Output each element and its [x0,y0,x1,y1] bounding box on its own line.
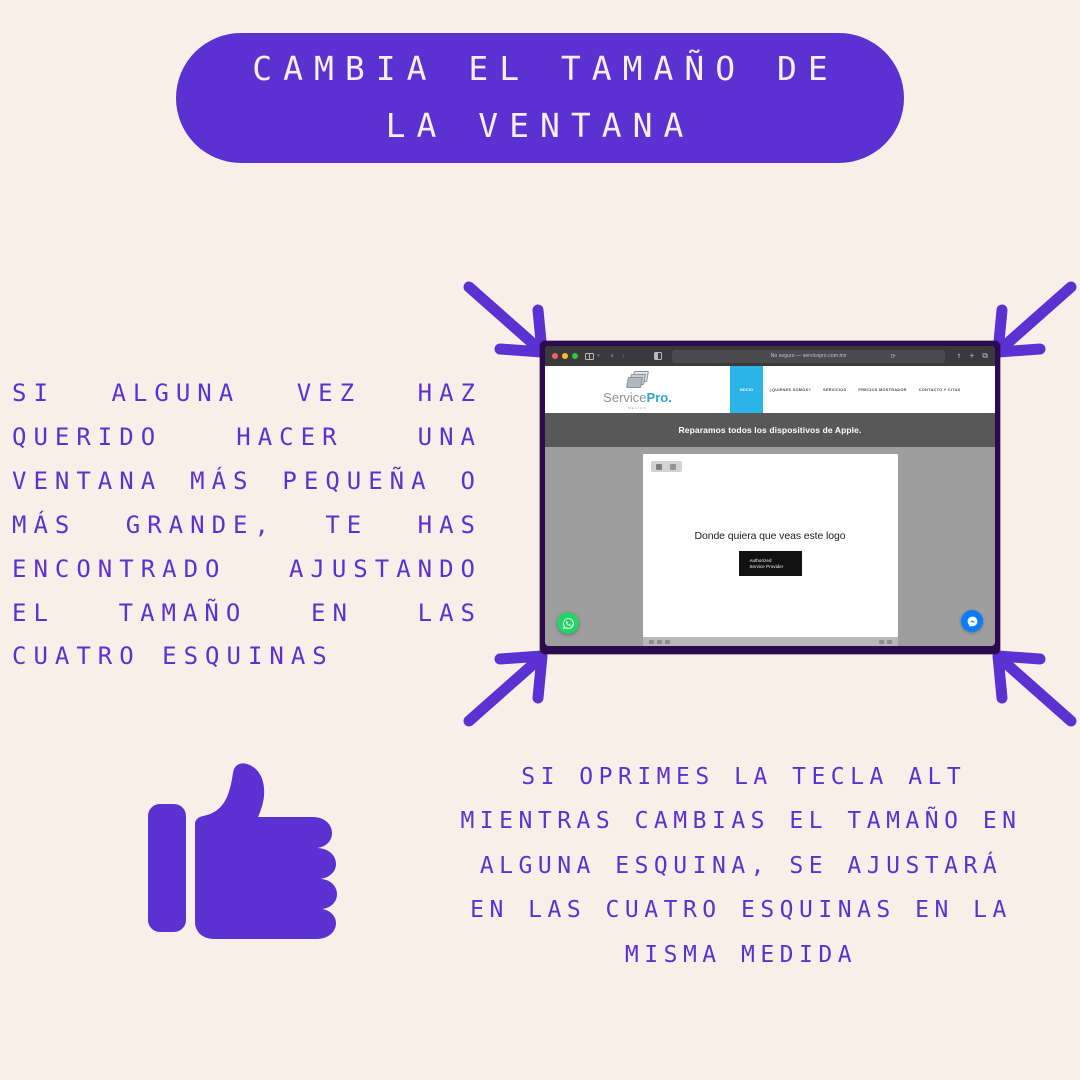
logo-subtitle: MEXICO [627,405,648,410]
left-body-text: SI ALGUNA VEZ HAZ QUERIDO HACER UNA VENT… [12,379,482,671]
arrow-bottom-left-icon [462,648,552,728]
messenger-icon [967,616,977,627]
media-controls-widget[interactable] [650,461,682,472]
whatsapp-icon [562,617,574,629]
logo-word-accent: Pro. [646,390,672,406]
close-button[interactable] [552,353,558,359]
logo-word-primary: Service [603,390,647,406]
messenger-button[interactable] [961,610,983,632]
content-card: Donde quiera que veas este logo Authoriz… [642,454,898,646]
sidebar-toggle-button[interactable]: ▾ [585,352,601,360]
show-tabs-icon[interactable]: ⧉ [982,352,988,360]
footer-right-icons [878,639,892,644]
badge-text: Authorized Service Provider [750,558,784,569]
nav-item-contacto-y-citas[interactable]: CONTACTO Y CITAS [913,366,967,413]
bottom-body-text: SI OPRIMES LA TECLA ALT MIENTRAS CAMBIAS… [460,764,1022,968]
zoom-button[interactable] [572,353,578,359]
chevron-down-icon: ▾ [596,351,601,360]
back-icon[interactable]: ‹ [610,352,615,360]
new-tab-icon[interactable]: + [969,352,974,360]
arrow-top-right-icon [988,280,1078,360]
site-navigation[interactable]: INICIO ¿QUIÉNES SOMOS? SERVICIOS PRECIOS… [730,366,995,413]
url-text: No seguro — servicepro.com.mx [770,353,847,359]
badge-line-2: Service Provider [749,563,784,569]
footer-left-icons [648,639,670,644]
site-body: Donde quiera que veas este logo Authoriz… [545,447,995,646]
site-header: ServicePro. MEXICO INICIO ¿QUIÉNES SOMOS… [545,366,995,413]
forward-icon[interactable]: › [621,352,626,360]
browser-viewport: ▾ ‹ › No seguro — servicepro.com.mx ⟳ ↑ … [545,346,995,646]
nav-item-servicios[interactable]: SERVICIOS [817,366,852,413]
arrow-top-left-icon [462,280,552,360]
card-footer-bar [642,637,898,646]
settings-icon[interactable] [669,463,676,470]
nav-item-quienes-somos[interactable]: ¿QUIÉNES SOMOS? [763,366,817,413]
card-heading: Donde quiera que veas este logo [694,530,846,542]
sidebar-icon [585,352,594,360]
arrow-bottom-right-icon [988,648,1078,728]
thumbs-up-icon [148,762,353,952]
nav-item-precios-mostrador[interactable]: PRECIOS MOSTRADOR [852,366,912,413]
share-icon[interactable]: ↑ [957,352,962,360]
title-banner: CAMBIA EL TAMAÑO DE LA VENTANA [176,33,904,163]
banner-headline: Reparamos todos los dispositivos de Appl… [678,425,862,435]
whatsapp-button[interactable] [557,612,579,634]
window-controls[interactable] [552,353,578,359]
minimize-button[interactable] [562,353,568,359]
logo-wordmark: ServicePro. [603,391,672,404]
toolbar-right-actions[interactable]: ↑ + ⧉ [957,352,988,360]
poster-canvas: CAMBIA EL TAMAÑO DE LA VENTANA SI ALGUNA… [0,0,1080,1080]
reload-icon[interactable]: ⟳ [891,353,896,360]
site-banner: Reparamos todos los dispositivos de Appl… [545,413,995,447]
browser-toolbar[interactable]: ▾ ‹ › No seguro — servicepro.com.mx ⟳ ↑ … [545,346,995,366]
apple-authorized-badge: Authorized Service Provider [738,551,802,576]
navigation-buttons[interactable]: ‹ › [610,352,626,360]
page-title: CAMBIA EL TAMAÑO DE LA VENTANA [252,49,839,145]
nav-item-inicio[interactable]: INICIO [730,366,764,413]
browser-window[interactable]: ▾ ‹ › No seguro — servicepro.com.mx ⟳ ↑ … [540,341,1000,654]
address-bar[interactable]: No seguro — servicepro.com.mx ⟳ [672,349,945,363]
play-icon[interactable] [656,463,663,470]
reader-view-icon[interactable] [654,352,663,360]
site-logo[interactable]: ServicePro. MEXICO [545,366,730,413]
stacked-screens-icon [625,371,650,390]
